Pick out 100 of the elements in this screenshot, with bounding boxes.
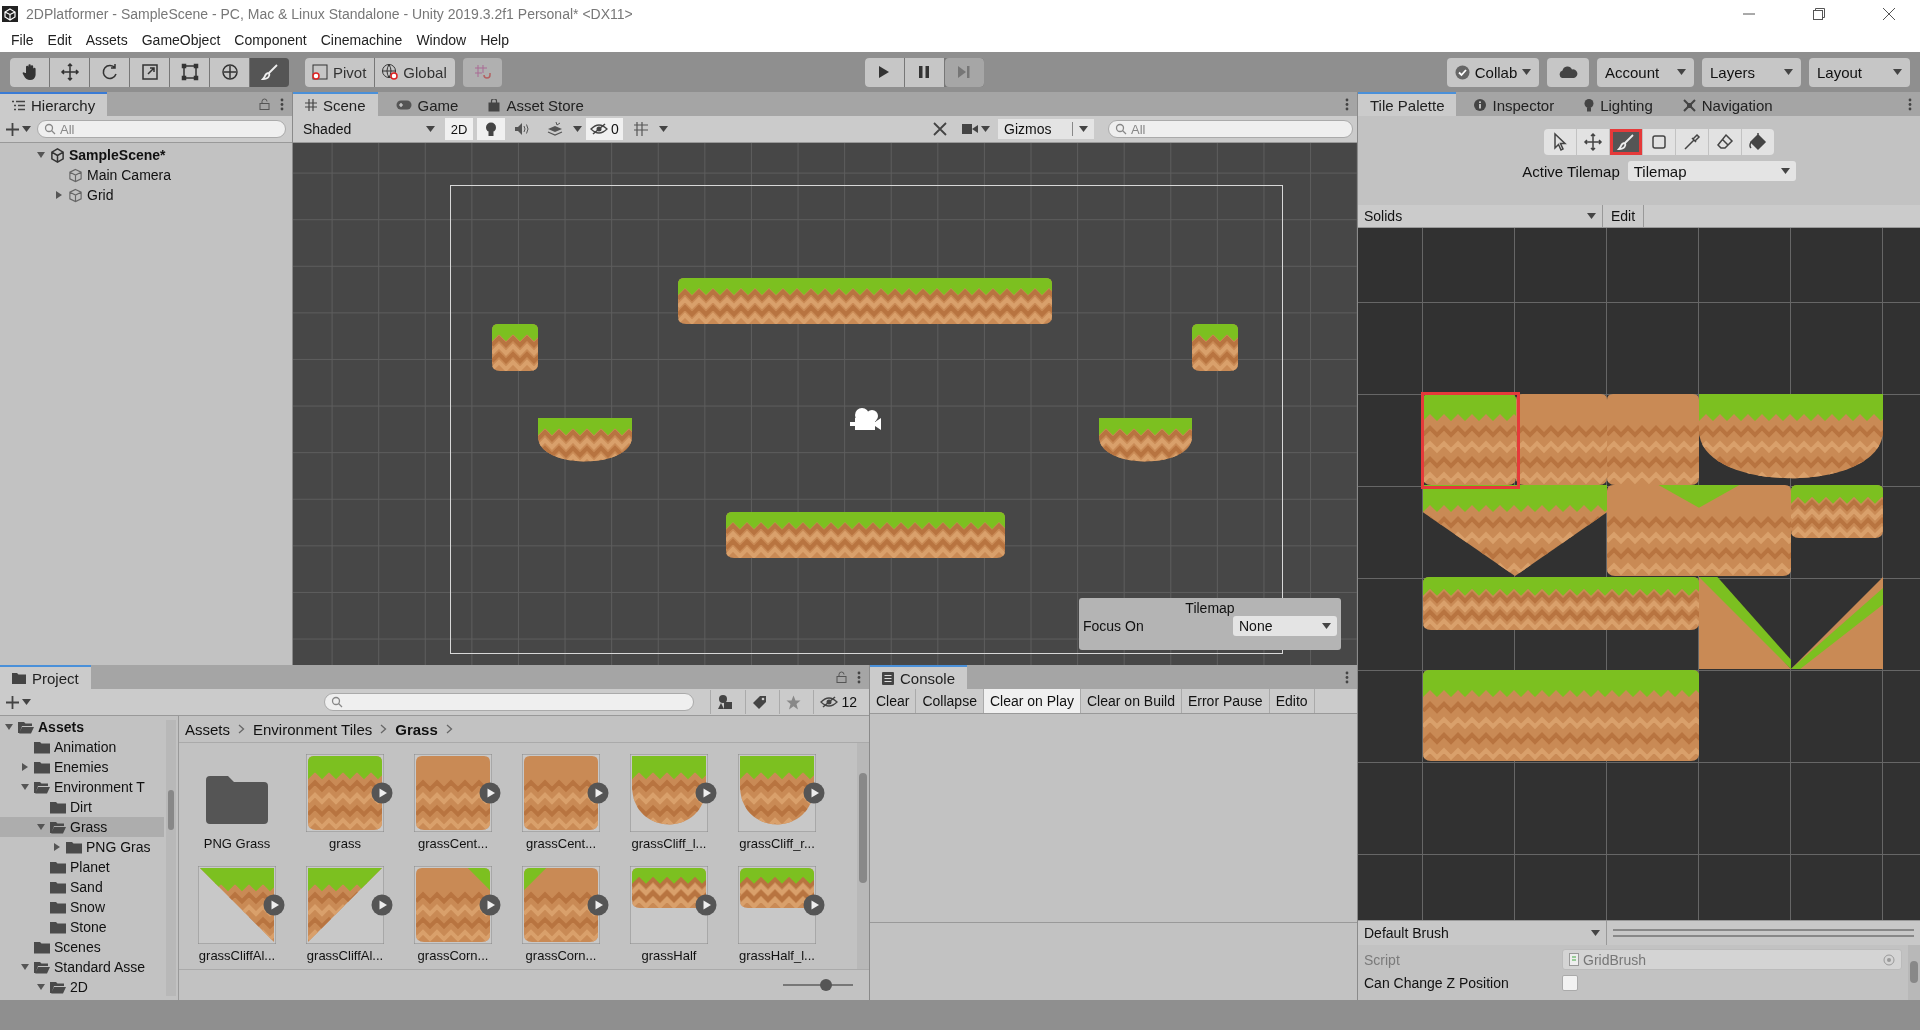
project-tab[interactable]: Project	[0, 665, 91, 689]
breadcrumb-item[interactable]: Grass	[395, 720, 438, 738]
folder-item[interactable]: Standard Asse	[0, 957, 164, 977]
menu-item[interactable]: Window	[409, 32, 474, 48]
tile-sprite[interactable]	[1423, 577, 1699, 630]
edit-button[interactable]: Edit	[1603, 205, 1645, 227]
menu-item[interactable]: Cinemachine	[313, 32, 410, 48]
search-field[interactable]	[324, 693, 695, 711]
folder-item[interactable]: Environment T	[0, 777, 164, 797]
console-toggle[interactable]: Clear on Play	[983, 689, 1081, 713]
folder-item[interactable]: Animation	[0, 737, 164, 757]
tile-sprite[interactable]	[1699, 577, 1883, 669]
scrollbar[interactable]	[166, 720, 176, 996]
pivot-button[interactable]: Pivot	[305, 57, 375, 87]
restore-icon[interactable]	[1812, 7, 1826, 21]
play-icon[interactable]	[263, 894, 285, 916]
folder-item[interactable]: Assets	[0, 717, 164, 737]
sprite-thumbnail[interactable]	[522, 754, 600, 832]
sprite-thumbnail[interactable]	[414, 754, 492, 832]
caret-icon[interactable]	[52, 842, 62, 852]
camera-gizmo-icon[interactable]	[850, 407, 882, 433]
caret-icon[interactable]	[36, 982, 46, 992]
play-button[interactable]	[864, 57, 904, 87]
breadcrumb-item[interactable]: Assets	[185, 720, 230, 738]
more-menu-icon[interactable]	[1345, 97, 1349, 111]
thumbnail-size-slider[interactable]	[783, 978, 853, 992]
play-icon[interactable]	[587, 894, 609, 916]
palette-tool-button[interactable]	[1709, 129, 1741, 155]
palette-dropdown[interactable]: Solids	[1358, 205, 1603, 227]
hidden-packages-button[interactable]: 12	[813, 690, 863, 714]
console-toggle[interactable]: Clear on Build	[1081, 689, 1182, 713]
sprite-thumbnail[interactable]	[630, 866, 708, 944]
menu-item[interactable]: Assets	[78, 32, 135, 48]
caret-icon[interactable]	[20, 762, 30, 772]
menu-item[interactable]: Component	[227, 32, 314, 48]
menu-item[interactable]: GameObject	[134, 32, 228, 48]
active-tilemap-dropdown[interactable]: Tilemap	[1627, 161, 1796, 181]
tool-button[interactable]	[250, 57, 289, 87]
folder-item[interactable]: Enemies	[0, 757, 164, 777]
play-icon[interactable]	[479, 782, 501, 804]
sprite-thumbnail[interactable]	[306, 754, 384, 832]
caret-icon[interactable]	[36, 822, 46, 832]
more-menu-icon[interactable]	[857, 670, 861, 684]
panel-tab[interactable]: Navigation	[1670, 94, 1785, 116]
folder-item[interactable]: Planet	[0, 857, 164, 877]
lighting-toggle[interactable]	[477, 118, 505, 140]
tile-sprite[interactable]	[1423, 485, 1607, 576]
tool-button[interactable]	[90, 57, 129, 87]
scrollbar[interactable]	[857, 743, 869, 969]
layers-dropdown[interactable]: Layers	[1702, 57, 1801, 87]
console-toggle[interactable]: Error Pause	[1181, 689, 1270, 713]
slider-thumb[interactable]	[820, 979, 833, 991]
folder-item[interactable]: Snow	[0, 897, 164, 917]
tile-sprite[interactable]	[1423, 670, 1699, 761]
tool-button[interactable]	[210, 57, 249, 87]
palette-tool-button[interactable]	[1676, 129, 1708, 155]
folder-item[interactable]: Sand	[0, 877, 164, 897]
play-icon[interactable]	[371, 894, 393, 916]
play-icon[interactable]	[695, 894, 717, 916]
menu-item[interactable]: File	[4, 32, 41, 48]
global-button[interactable]: Global	[375, 57, 455, 87]
sprite-thumbnail[interactable]	[630, 754, 708, 832]
folder-item[interactable]: Grass	[0, 817, 164, 837]
palette-tool-button[interactable]	[1544, 129, 1576, 155]
caret-icon[interactable]	[20, 782, 30, 792]
tool-button[interactable]	[50, 57, 89, 87]
palette-tool-button[interactable]	[1643, 129, 1675, 155]
pause-button[interactable]	[904, 57, 944, 87]
hierarchy-tab[interactable]: Hierarchy	[0, 92, 108, 116]
tile-sprite[interactable]	[1607, 394, 1699, 485]
account-dropdown[interactable]: Account	[1597, 57, 1694, 87]
checkbox[interactable]	[1562, 974, 1578, 991]
sprite-thumbnail[interactable]	[414, 866, 492, 944]
console-toggle[interactable]: Edito	[1269, 689, 1315, 713]
collab-button[interactable]: Collab	[1447, 57, 1539, 87]
more-menu-icon[interactable]	[1908, 97, 1912, 111]
tile-sprite[interactable]	[1607, 485, 1791, 576]
console-toggle[interactable]: Clear	[870, 689, 917, 713]
shading-dropdown[interactable]: Shaded	[297, 119, 441, 139]
console-tab[interactable]: Console	[870, 665, 968, 689]
caret-icon[interactable]	[4, 722, 14, 732]
add-button[interactable]	[6, 695, 31, 709]
lock-icon[interactable]	[259, 98, 270, 110]
folder-icon[interactable]	[206, 776, 268, 824]
palette-tool-button[interactable]	[1577, 129, 1609, 155]
panel-tab[interactable]: Inspector	[1462, 94, 1567, 116]
scene-tab[interactable]: Asset Store	[476, 94, 596, 116]
tool-button[interactable]	[130, 57, 169, 87]
search-field[interactable]: All	[37, 120, 286, 138]
folder-item[interactable]: Scenes	[0, 937, 164, 957]
hierarchy-item[interactable]: SampleScene*	[0, 145, 292, 165]
more-menu-icon[interactable]	[280, 97, 284, 111]
caret-icon[interactable]	[36, 150, 46, 160]
sprite-thumbnail[interactable]	[198, 866, 276, 944]
console-toggle[interactable]: Collapse	[916, 689, 984, 713]
breadcrumb-item[interactable]: Environment Tiles	[253, 720, 373, 738]
hierarchy-item[interactable]: Main Camera	[0, 165, 292, 185]
gizmos-dropdown[interactable]: Gizmos	[998, 119, 1094, 139]
add-button[interactable]	[6, 122, 31, 136]
play-icon[interactable]	[371, 782, 393, 804]
